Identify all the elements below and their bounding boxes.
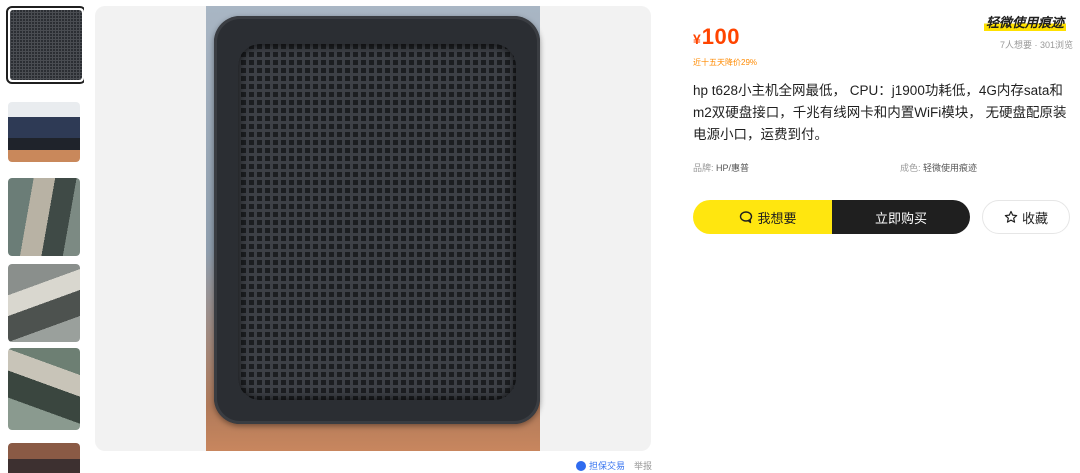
report-link[interactable]: 举报 [634, 459, 652, 472]
star-icon [1004, 210, 1018, 223]
thumbnail-3[interactable] [8, 178, 80, 256]
vent-grille [238, 44, 516, 400]
guarantee-link[interactable]: 担保交易 [576, 459, 625, 472]
price: ¥ 100 [693, 24, 740, 50]
condition-tag: 轻微使用痕迹 [983, 12, 1066, 31]
product-photo [206, 6, 540, 451]
thumbnail-2[interactable] [8, 102, 80, 162]
price-drop-note: 近十五天降价29% [693, 58, 758, 67]
thumbnail-6[interactable] [8, 443, 80, 473]
thumbnail-list [6, 6, 84, 473]
buy-now-button[interactable]: 立即购买 [832, 200, 970, 234]
price-value: 100 [701, 24, 741, 49]
condition-attribute: 成色: 轻微使用痕迹 [900, 161, 977, 174]
favorite-button-label: 收藏 [1021, 210, 1048, 226]
product-info-panel: 轻微使用痕迹 [693, 6, 1073, 31]
want-button-label: 我想要 [757, 210, 797, 226]
buy-now-label: 立即购买 [874, 210, 927, 226]
want-view-stats: 7人想要 · 301浏览 [999, 40, 1073, 50]
shield-icon [576, 460, 586, 471]
mini-pc-device [214, 16, 540, 424]
currency-symbol: ¥ [693, 31, 701, 47]
condition-key: 成色: [900, 163, 921, 173]
thumbnail-4[interactable] [8, 264, 80, 342]
brand-attribute: 品牌: HP/惠普 [693, 161, 749, 174]
favorite-button[interactable]: 收藏 [982, 200, 1070, 234]
main-product-image[interactable] [95, 6, 651, 451]
want-button[interactable]: 我想要 [693, 200, 843, 234]
brand-value: HP/惠普 [713, 163, 750, 173]
thumbnail-5[interactable] [8, 348, 80, 430]
product-description: hp t628小主机全网最低， CPU：j1900功耗低，4G内存sata和m2… [693, 83, 1067, 142]
brand-key: 品牌: [693, 163, 714, 173]
chat-icon [740, 211, 753, 224]
guarantee-label: 担保交易 [589, 461, 626, 471]
condition-value: 轻微使用痕迹 [920, 163, 978, 173]
thumbnail-1[interactable] [6, 6, 84, 84]
